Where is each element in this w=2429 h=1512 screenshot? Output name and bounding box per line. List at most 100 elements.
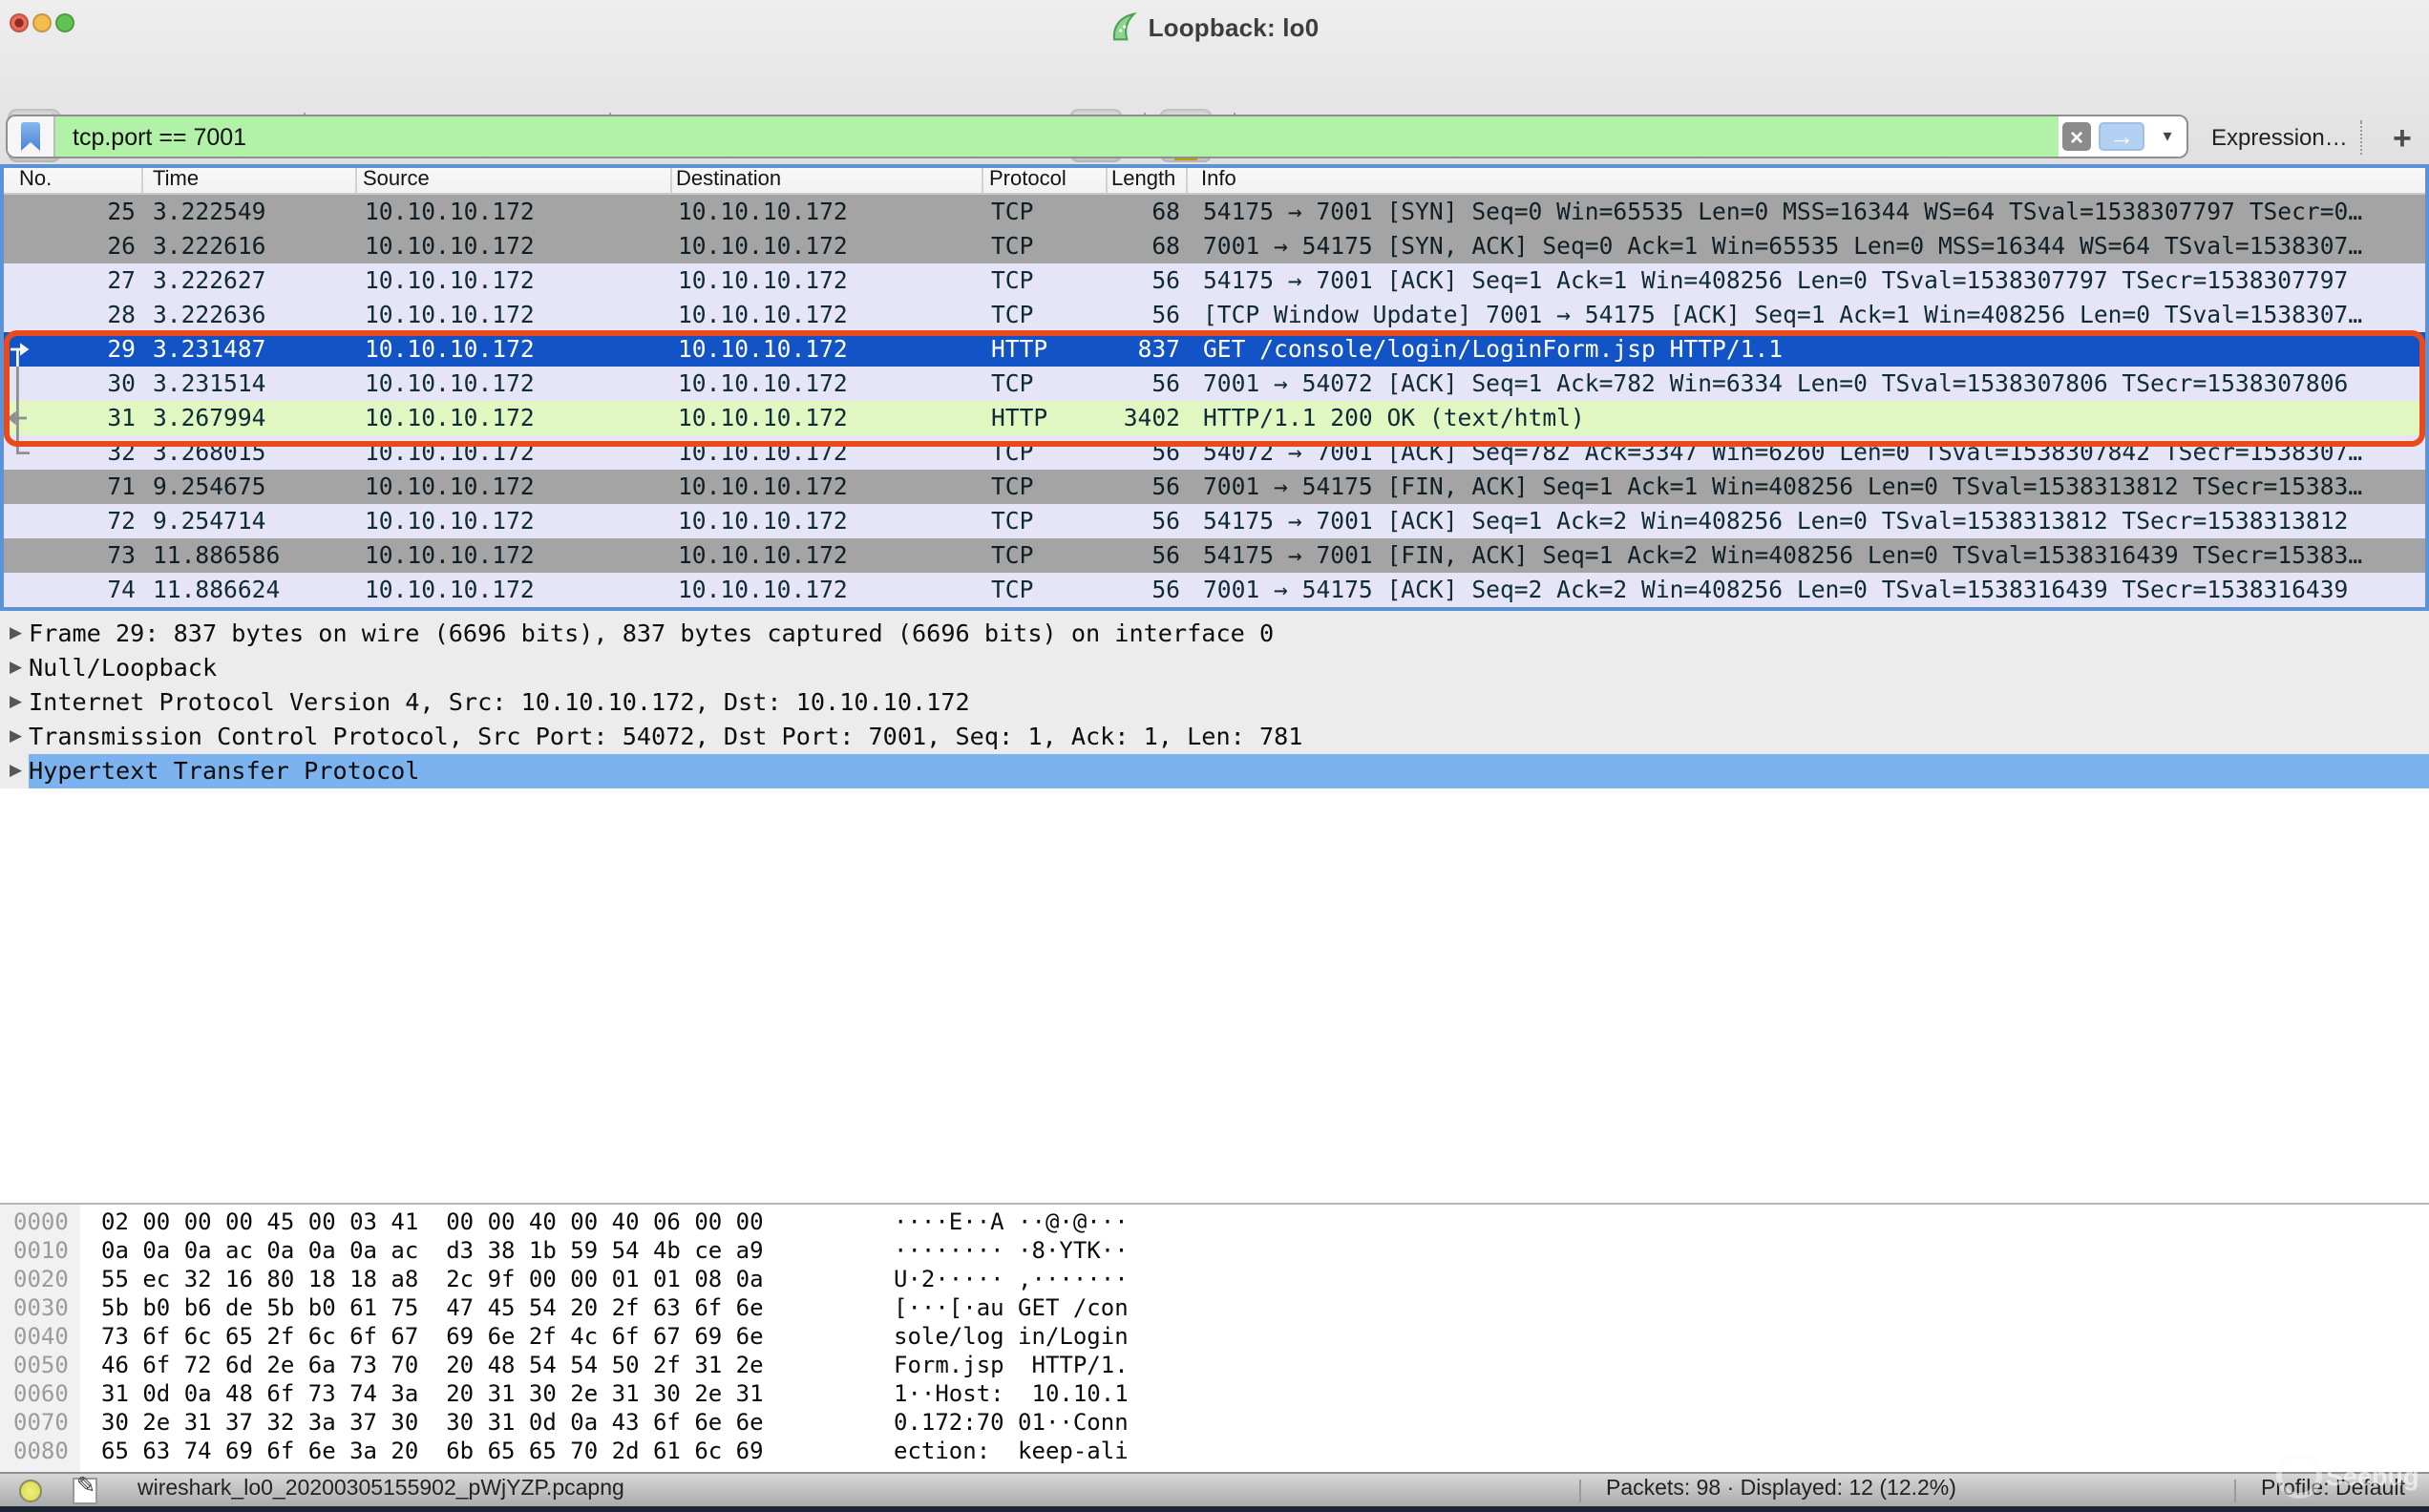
hex-ascii[interactable]: [···[·au GET /con xyxy=(894,1294,1129,1323)
packet-row-31[interactable]: 313.26799410.10.10.17210.10.10.172HTTP34… xyxy=(4,401,2425,435)
expand-triangle-icon[interactable]: ▶ xyxy=(0,651,29,685)
hex-row-0060[interactable]: 006031 0d 0a 48 6f 73 74 3a 20 31 30 2e … xyxy=(0,1380,2429,1409)
filter-clear-button[interactable]: × xyxy=(2062,122,2091,151)
detail-row-1[interactable]: ▶Null/Loopback xyxy=(0,651,2429,685)
expand-triangle-icon[interactable]: ▶ xyxy=(0,617,29,651)
display-filter-field[interactable]: tcp.port == 7001 × → ▾ xyxy=(6,115,2188,158)
filter-input[interactable]: tcp.port == 7001 xyxy=(55,116,2059,157)
hex-bytes[interactable]: 31 0d 0a 48 6f 73 74 3a 20 31 30 2e 31 3… xyxy=(80,1380,894,1409)
packet-row-26[interactable]: 263.22261610.10.10.17210.10.10.172TCP687… xyxy=(4,229,2425,263)
capture-comment-icon[interactable] xyxy=(73,1477,97,1503)
detail-row-0[interactable]: ▶Frame 29: 837 bytes on wire (6696 bits)… xyxy=(0,617,2429,651)
column-header-source[interactable]: Source xyxy=(357,168,672,193)
hex-ascii[interactable]: 0.172:70 01··Conn xyxy=(894,1409,1129,1438)
column-header-length[interactable]: Length xyxy=(1108,168,1188,193)
cell-no: 27 xyxy=(4,263,143,298)
hex-row-0030[interactable]: 00305b b0 b6 de 5b b0 61 75 47 45 54 20 … xyxy=(0,1294,2429,1323)
packet-row-29[interactable]: 293.23148710.10.10.17210.10.10.172HTTP83… xyxy=(4,332,2425,367)
hex-bytes[interactable]: 73 6f 6c 65 2f 6c 6f 67 69 6e 2f 4c 6f 6… xyxy=(80,1323,894,1352)
cell-info: GET /console/login/LoginForm.jsp HTTP/1.… xyxy=(1188,332,2425,367)
hex-ascii[interactable]: ········ ·8·YTK·· xyxy=(894,1237,1129,1266)
hex-offset: 0020 xyxy=(0,1266,80,1294)
packet-row-74[interactable]: 7411.88662410.10.10.17210.10.10.172TCP56… xyxy=(4,573,2425,607)
packet-row-73[interactable]: 7311.88658610.10.10.17210.10.10.172TCP56… xyxy=(4,538,2425,573)
cell-len: 56 xyxy=(1108,367,1188,401)
cell-len: 837 xyxy=(1108,332,1188,367)
packet-row-72[interactable]: 729.25471410.10.10.17210.10.10.172TCP565… xyxy=(4,504,2425,538)
hex-row-0020[interactable]: 002055 ec 32 16 80 18 18 a8 2c 9f 00 00 … xyxy=(0,1266,2429,1294)
column-header-no[interactable]: No. xyxy=(4,168,143,193)
cell-no: 25 xyxy=(4,195,143,229)
profile-selector[interactable]: Profile: Default xyxy=(2261,1474,2405,1508)
hex-ascii[interactable]: ection: keep-ali xyxy=(894,1438,1129,1466)
packet-list-header: No. Time Source Destination Protocol Len… xyxy=(4,168,2425,195)
hex-ascii[interactable]: sole/log in/Login xyxy=(894,1323,1129,1352)
hex-bytes[interactable]: 30 2e 31 37 32 3a 37 30 30 31 0d 0a 43 6… xyxy=(80,1409,894,1438)
filter-apply-button[interactable]: → xyxy=(2099,122,2144,151)
hex-bytes[interactable]: 0a 0a 0a ac 0a 0a 0a ac d3 38 1b 59 54 4… xyxy=(80,1237,894,1266)
filter-bookmark-button[interactable] xyxy=(8,116,55,157)
expand-triangle-icon[interactable]: ▶ xyxy=(0,754,29,788)
hex-row-0070[interactable]: 007030 2e 31 37 32 3a 37 30 30 31 0d 0a … xyxy=(0,1409,2429,1438)
hex-bytes[interactable]: 5b b0 b6 de 5b b0 61 75 47 45 54 20 2f 6… xyxy=(80,1294,894,1323)
column-header-time[interactable]: Time xyxy=(143,168,357,193)
packet-row-71[interactable]: 719.25467510.10.10.17210.10.10.172TCP567… xyxy=(4,470,2425,504)
hex-ascii[interactable]: ····E··A ··@·@··· xyxy=(894,1208,1129,1237)
hex-row-0000[interactable]: 000002 00 00 00 45 00 03 41 00 00 40 00 … xyxy=(0,1208,2429,1237)
status-separator xyxy=(2234,1480,2236,1502)
hex-ascii[interactable]: 1··Host: 10.10.1 xyxy=(894,1380,1129,1409)
cell-dst: 10.10.10.172 xyxy=(672,298,983,332)
column-header-protocol[interactable]: Protocol xyxy=(983,168,1108,193)
column-header-info[interactable]: Info xyxy=(1188,168,2425,193)
column-header-destination[interactable]: Destination xyxy=(672,168,983,193)
cell-src: 10.10.10.172 xyxy=(357,573,672,607)
hex-offset: 0010 xyxy=(0,1237,80,1266)
packet-row-32[interactable]: 323.26801510.10.10.17210.10.10.172TCP565… xyxy=(4,435,2425,470)
cell-dst: 10.10.10.172 xyxy=(672,229,983,263)
cell-time: 3.222616 xyxy=(143,229,357,263)
cell-len: 3402 xyxy=(1108,401,1188,435)
hex-row-0080[interactable]: 008065 63 74 69 6f 6e 3a 20 6b 65 65 70 … xyxy=(0,1438,2429,1466)
cell-info: HTTP/1.1 200 OK (text/html) xyxy=(1188,401,2425,435)
cell-len: 56 xyxy=(1108,573,1188,607)
hex-row-0040[interactable]: 004073 6f 6c 65 2f 6c 6f 67 69 6e 2f 4c … xyxy=(0,1323,2429,1352)
filter-dropdown-button[interactable]: ▾ xyxy=(2152,116,2183,157)
detail-row-2[interactable]: ▶Internet Protocol Version 4, Src: 10.10… xyxy=(0,685,2429,720)
filter-separator xyxy=(2360,120,2362,155)
expand-triangle-icon[interactable]: ▶ xyxy=(0,720,29,754)
filter-bar: tcp.port == 7001 × → ▾ Expression… + xyxy=(0,111,2429,164)
cell-len: 56 xyxy=(1108,435,1188,470)
cell-src: 10.10.10.172 xyxy=(357,435,672,470)
expert-info-button[interactable] xyxy=(19,1479,42,1502)
packet-row-30[interactable]: 303.23151410.10.10.17210.10.10.172TCP567… xyxy=(4,367,2425,401)
detail-row-4[interactable]: ▶Hypertext Transfer Protocol xyxy=(0,754,2429,788)
packet-bytes-pane[interactable]: 000002 00 00 00 45 00 03 41 00 00 40 00 … xyxy=(0,1203,2429,1472)
hex-ascii[interactable]: Form.jsp HTTP/1. xyxy=(894,1352,1129,1380)
hex-row-0010[interactable]: 00100a 0a 0a ac 0a 0a 0a ac d3 38 1b 59 … xyxy=(0,1237,2429,1266)
cell-len: 68 xyxy=(1108,195,1188,229)
detail-row-3[interactable]: ▶Transmission Control Protocol, Src Port… xyxy=(0,720,2429,754)
hex-bytes[interactable]: 02 00 00 00 45 00 03 41 00 00 40 00 40 0… xyxy=(80,1208,894,1237)
cell-src: 10.10.10.172 xyxy=(357,538,672,573)
expression-button[interactable]: Expression… xyxy=(2211,111,2348,164)
detail-text: Null/Loopback xyxy=(29,651,217,685)
packet-row-28[interactable]: 283.22263610.10.10.17210.10.10.172TCP56[… xyxy=(4,298,2425,332)
hex-bytes[interactable]: 65 63 74 69 6f 6e 3a 20 6b 65 65 70 2d 6… xyxy=(80,1438,894,1466)
add-filter-button[interactable]: + xyxy=(2381,111,2423,164)
packet-row-27[interactable]: 273.22262710.10.10.17210.10.10.172TCP565… xyxy=(4,263,2425,298)
cell-info: 7001 → 54175 [FIN, ACK] Seq=1 Ack=1 Win=… xyxy=(1188,470,2425,504)
cell-proto: TCP xyxy=(983,470,1108,504)
cell-dst: 10.10.10.172 xyxy=(672,504,983,538)
cell-no: 30 xyxy=(4,367,143,401)
hex-bytes[interactable]: 55 ec 32 16 80 18 18 a8 2c 9f 00 00 01 0… xyxy=(80,1266,894,1294)
cell-proto: TCP xyxy=(983,504,1108,538)
hex-bytes[interactable]: 46 6f 72 6d 2e 6a 73 70 20 48 54 54 50 2… xyxy=(80,1352,894,1380)
packet-row-25[interactable]: 253.22254910.10.10.17210.10.10.172TCP685… xyxy=(4,195,2425,229)
cell-src: 10.10.10.172 xyxy=(357,195,672,229)
cell-src: 10.10.10.172 xyxy=(357,229,672,263)
hex-row-0050[interactable]: 005046 6f 72 6d 2e 6a 73 70 20 48 54 54 … xyxy=(0,1352,2429,1380)
bookmark-icon xyxy=(21,122,40,151)
cell-time: 3.222549 xyxy=(143,195,357,229)
hex-ascii[interactable]: U·2····· ,······· xyxy=(894,1266,1129,1294)
expand-triangle-icon[interactable]: ▶ xyxy=(0,685,29,720)
